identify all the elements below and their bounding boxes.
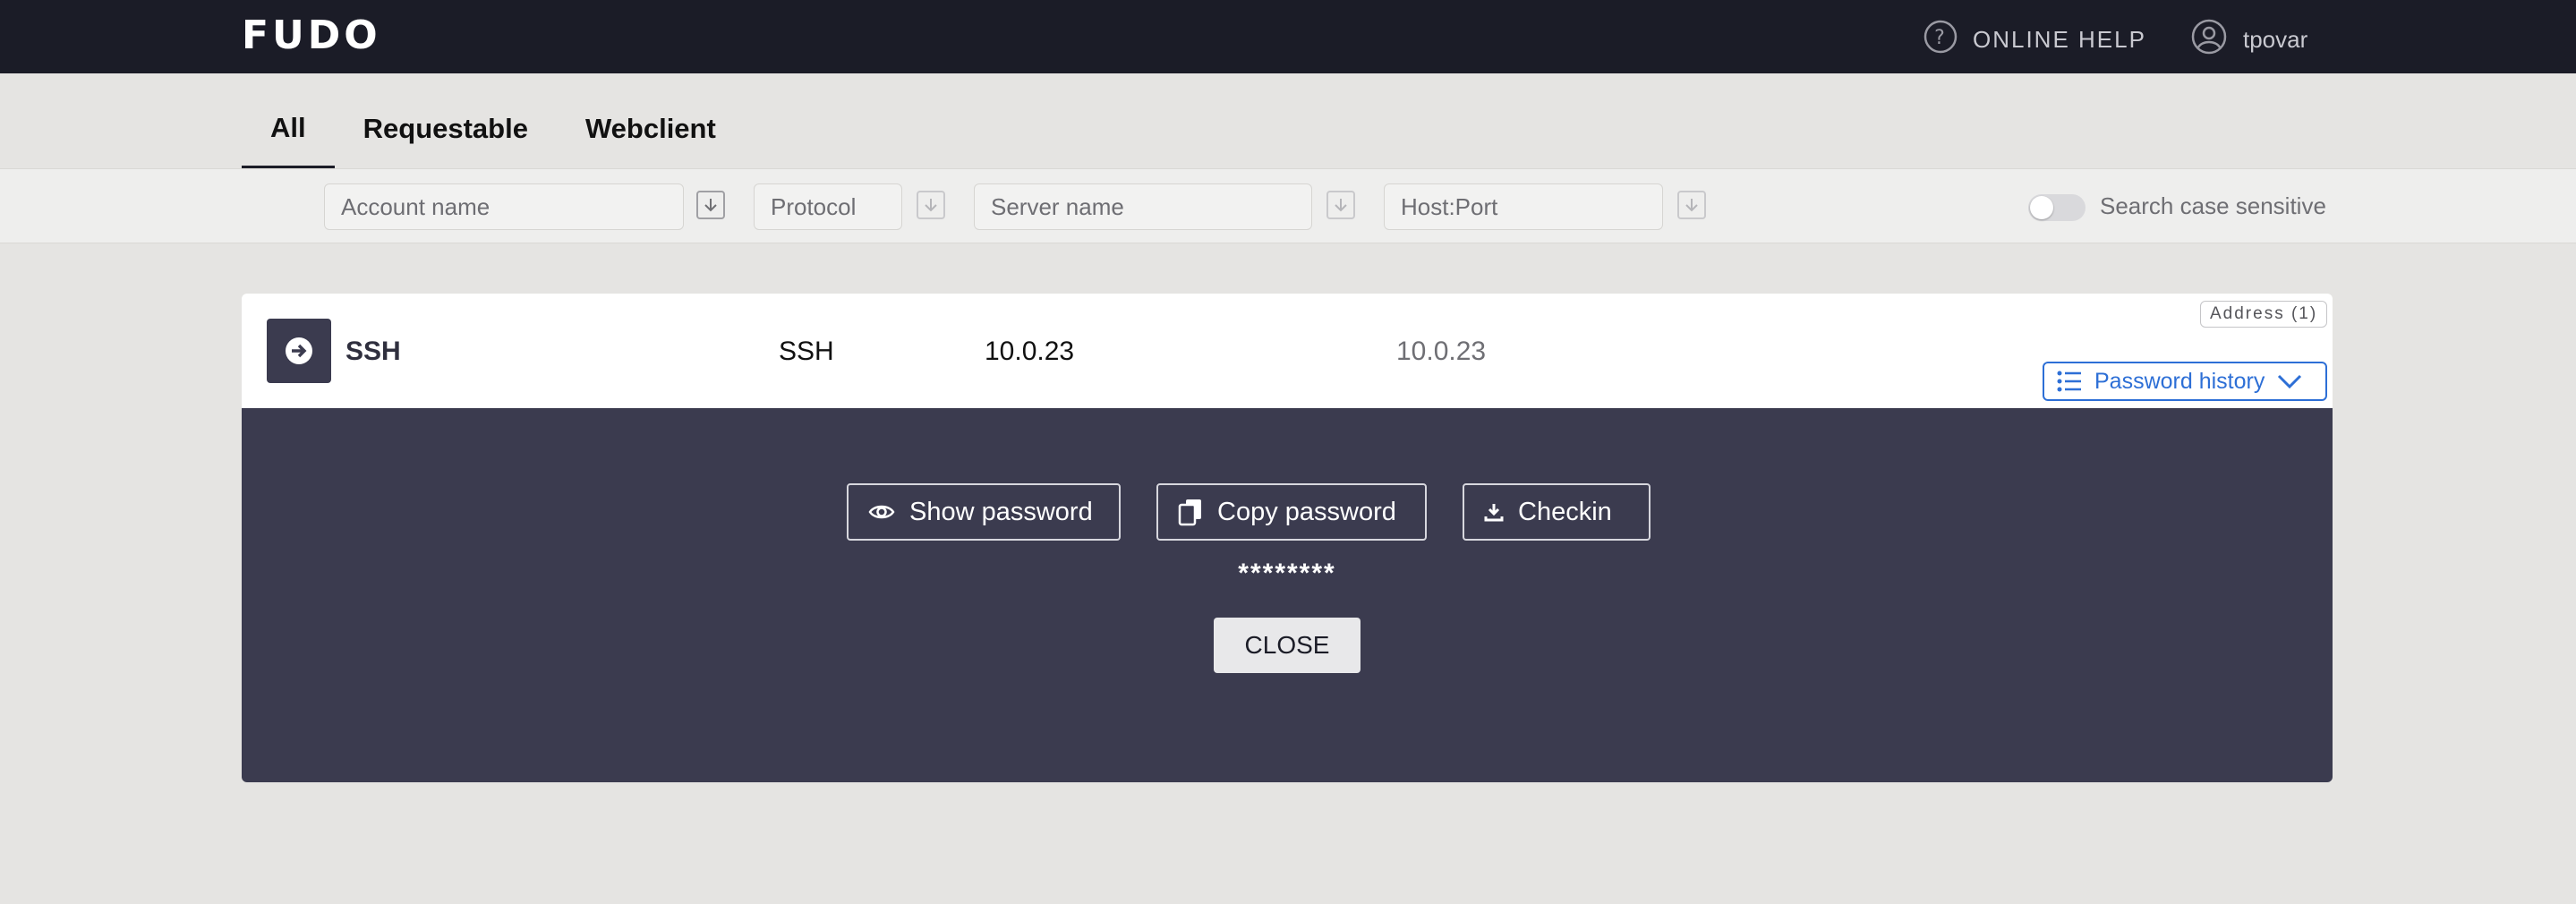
account-name: SSH [345,337,401,366]
arrow-right-circle-icon [286,337,312,364]
user-circle-icon [2191,19,2227,61]
account-name-filter[interactable]: Account name [324,183,684,230]
address-count-badge[interactable]: Address (1) [2200,301,2328,328]
eye-icon [868,505,895,519]
copy-password-button[interactable]: Copy password [1156,483,1427,541]
svg-text:?: ? [1934,27,1947,49]
question-circle-icon: ? [1923,19,1958,61]
online-help-link[interactable]: ? ONLINE HELP [1923,20,2146,57]
password-history-button[interactable]: Password history [2043,362,2327,401]
checkin-label: Checkin [1518,497,1612,526]
tab-requestable[interactable]: Requestable [335,90,557,168]
case-sensitive-label: Search case sensitive [2100,192,2326,219]
tab-all[interactable]: All [242,90,335,168]
copy-password-label: Copy password [1217,497,1396,526]
protocol-filter[interactable]: Protocol [754,183,902,230]
list-icon [2057,371,2081,392]
password-history-label: Password history [2094,368,2265,394]
download-icon [1484,504,1504,522]
host-port-filter[interactable]: Host:Port [1384,183,1663,230]
sort-account-button[interactable] [696,191,725,219]
account-host: 10.0.23 [1396,337,1487,366]
checkin-button[interactable]: Checkin [1463,483,1651,541]
close-button[interactable]: CLOSE [1214,618,1361,673]
account-protocol: SSH [779,337,834,366]
sort-host-button[interactable] [1677,191,1706,219]
username-label: tpovar [2243,25,2308,53]
arrow-down-icon [925,199,937,212]
tab-webclient[interactable]: Webclient [557,90,745,168]
filter-bar: Account name Protocol Server name Host:P… [0,168,2576,243]
account-filter-tabs: All Requestable Webclient [242,90,745,168]
user-menu[interactable]: tpovar [2191,19,2308,57]
masked-password: ******** [1238,559,1336,588]
arrow-down-icon [704,199,717,212]
arrow-down-icon [1685,199,1698,212]
password-actions-panel: Show password Copy password Checkin ****… [242,408,2333,782]
top-navigation-bar: FUDO ? ONLINE HELP tpovar [0,0,2576,73]
account-server: 10.0.23 [985,337,1075,366]
account-row: SSH SSH 10.0.23 10.0.23 Address (1) Pass… [242,294,2333,408]
chevron-down-icon [2278,374,2302,389]
case-sensitive-toggle[interactable] [2028,194,2086,221]
connect-button[interactable] [267,319,331,383]
sort-server-button[interactable] [1326,191,1355,219]
copy-icon [1178,499,1201,526]
server-name-filter[interactable]: Server name [974,183,1312,230]
online-help-label: ONLINE HELP [1973,25,2146,53]
arrow-down-icon [1335,199,1347,212]
sort-protocol-button[interactable] [917,191,945,219]
show-password-button[interactable]: Show password [847,483,1121,541]
show-password-label: Show password [909,497,1093,526]
fudo-logo[interactable]: FUDO [242,13,381,58]
